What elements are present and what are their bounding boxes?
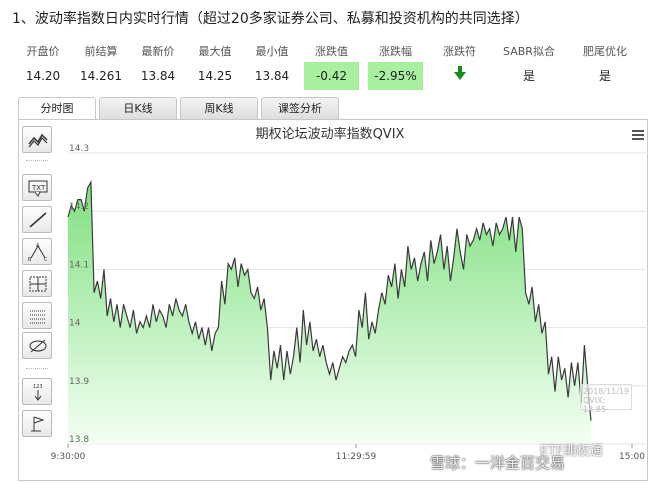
crosshair-icon[interactable] [22, 270, 52, 297]
stat-value: 14.261 [80, 69, 122, 83]
stat-col: 涨跌幅 -2.95% [368, 44, 423, 90]
svg-text:B: B [28, 257, 32, 262]
stat-value: 13.84 [254, 69, 290, 83]
tooltip-value: QVIX: 13.85 [583, 396, 606, 414]
hide-icon[interactable] [22, 332, 52, 359]
tab-analysis[interactable]: 课签分析 [261, 97, 339, 119]
stat-col: 前结算 14.261 [75, 44, 127, 90]
tab-weekly-k[interactable]: 周K线 [180, 97, 258, 119]
page-title: 1、波动率指数日内实时行情（超过20多家证券公司、私募和投资机构的共同选择） [12, 11, 529, 27]
chart-panel [18, 119, 648, 481]
data-tooltip: 2018/11/19 QVIX: 13.85 [580, 384, 632, 414]
stat-label: 最大值 [198, 45, 232, 58]
stat-label: 前结算 [84, 45, 118, 58]
tab-intraday[interactable]: 分时图 [18, 97, 96, 120]
watermark: 雪球：一洋金百交易 [430, 454, 566, 472]
stat-col: 最新价 13.84 [133, 44, 183, 90]
menu-icon[interactable] [632, 130, 644, 140]
stat-col: 涨跌值 -0.42 [304, 44, 359, 90]
stat-value: 14.20 [25, 69, 61, 83]
toolbar-separator [26, 160, 48, 161]
svg-text:A: A [36, 243, 40, 249]
svg-text:C: C [44, 257, 48, 262]
triangle-pattern-icon[interactable]: A B C [22, 238, 52, 265]
stat-col: 开盘价 14.20 [18, 44, 68, 90]
tooltip-date: 2018/11/19 [583, 387, 630, 396]
stat-value: -2.95% [368, 62, 423, 90]
stat-value: 是 [598, 69, 611, 83]
stat-col: 涨跌符 [432, 44, 487, 90]
stat-label: 涨跌符 [443, 45, 476, 58]
text-icon[interactable]: TXT [22, 174, 52, 201]
measure-icon[interactable]: 123 [22, 378, 52, 405]
stat-label: 涨跌幅 [379, 45, 412, 58]
line-icon[interactable] [22, 206, 52, 233]
flag-icon[interactable] [22, 410, 52, 437]
stat-value: 是 [522, 69, 535, 83]
down-arrow-icon [453, 66, 466, 80]
stat-value: 13.84 [140, 69, 176, 83]
stat-trend [432, 62, 487, 90]
stat-label: 最新价 [141, 45, 175, 58]
chart-title: 期权论坛波动率指数QVIX [255, 127, 405, 142]
tab-daily-k[interactable]: 日K线 [99, 97, 177, 119]
stat-col: 最大值 14.25 [190, 44, 240, 90]
stat-value: 14.25 [197, 69, 233, 83]
svg-text:123: 123 [33, 384, 43, 390]
stat-col: SABR拟合是 [494, 44, 564, 90]
toolbar-separator [26, 368, 48, 369]
stat-label: SABR拟合 [503, 45, 555, 58]
stat-col: 肥尾优化是 [570, 44, 640, 90]
stat-label: 最小值 [255, 45, 289, 58]
svg-text:TXT: TXT [31, 184, 46, 192]
stat-label: 涨跌值 [315, 45, 348, 58]
stat-label: 肥尾优化 [583, 45, 627, 58]
stat-value: -0.42 [304, 62, 359, 90]
stat-label: 开盘价 [26, 45, 60, 58]
stat-col: 最小值 13.84 [247, 44, 297, 90]
fib-icon[interactable] [22, 302, 52, 329]
